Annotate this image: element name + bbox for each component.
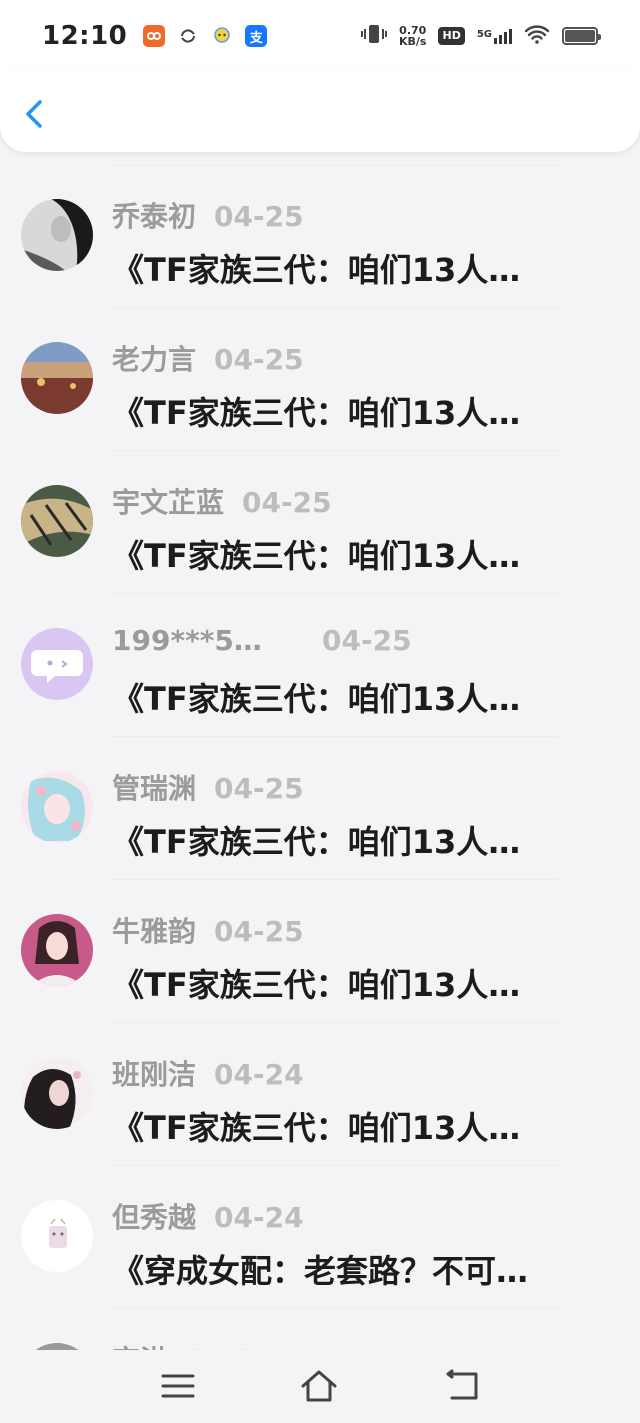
vibrate-icon [361,23,387,49]
chevron-left-icon [26,100,42,128]
avatar [21,914,93,986]
list-item[interactable]: 199***5… 04-25 《TF家族三代：咱们13人… [0,594,640,737]
avatar [21,1057,93,1129]
list-item[interactable]: 宇文芷蓝 04-25 《TF家族三代：咱们13人… [0,451,640,594]
avatar [21,1343,93,1350]
battery-icon [562,27,601,45]
back-nav-button[interactable] [442,1366,482,1406]
comment-author: 管瑞渊 [112,772,197,805]
comment-date: 04-25 [214,772,304,805]
comment-date: 04-24 [214,1058,304,1091]
comment-date: 04-25 [214,200,304,233]
comment-author: 班刚洁 [112,1058,197,1091]
comment-author: 但秀越 [112,1201,197,1234]
status-time: 12:10 [42,21,128,51]
home-icon [301,1370,337,1402]
home-button[interactable] [299,1366,339,1406]
menu-button[interactable] [158,1366,198,1406]
system-nav-bar [0,1350,640,1423]
comment-book-title: 《TF家族三代：咱们13人… [112,1109,521,1147]
comment-author: 宗洪 [112,1339,168,1350]
comment-date: 04-25 [214,343,304,376]
list-item[interactable]: 老力言 04-25 《TF家族三代：咱们13人… [0,308,640,451]
comment-book-title: 《TF家族三代：咱们13人… [112,966,521,1004]
avatar [21,771,93,843]
comment-date: 04-25 [214,915,304,948]
comment-book-title: 《TF家族三代：咱们13人… [112,394,521,432]
back-icon [446,1369,478,1400]
notification-icons: 支 [143,25,268,47]
list-item[interactable]: 管瑞渊 04-25 《TF家族三代：咱们13人… [0,737,640,880]
sync-icon [177,25,199,47]
comment-date: 04-24 [214,1201,304,1234]
avatar [21,485,93,557]
taobao-icon [143,25,166,47]
net-speed: 0.70 KB/s [399,24,427,48]
status-bar: 12:10 支 0.70 KB/s HD 5G [0,0,640,72]
list-item[interactable]: 乔泰初 04-25 《TF家族三代：咱们13人… [0,165,640,308]
list-item[interactable]: 宗洪 04-24 [0,1309,640,1350]
comment-book-title: 《TF家族三代：咱们13人… [112,680,521,718]
comment-date: 04-25 [322,624,412,657]
comment-author: 牛雅韵 [112,915,197,948]
top-app-bar [0,72,640,152]
comment-book-title: 《TF家族三代：咱们13人… [112,251,521,289]
comment-author: 199***5… [112,624,262,657]
comment-book-title: 《穿成女配：老套路？不可… [112,1252,529,1290]
list-item[interactable]: 但秀越 04-24 《穿成女配：老套路？不可… [0,1166,640,1309]
back-button[interactable] [20,94,50,134]
avatar [21,199,93,271]
comment-date: 04-25 [242,486,332,519]
comment-book-title: 《TF家族三代：咱们13人… [112,537,521,575]
avatar [21,1200,93,1272]
list-item[interactable]: 牛雅韵 04-25 《TF家族三代：咱们13人… [0,880,640,1023]
hd-badge: HD [438,27,465,45]
wifi-icon [524,24,550,48]
chat-icon [211,25,233,47]
comment-author: 宇文芷蓝 [112,486,225,519]
comment-author: 老力言 [112,343,197,376]
comment-book-title: 《TF家族三代：咱们13人… [112,823,521,861]
avatar [21,628,93,700]
list-item[interactable]: 班刚洁 04-24 《TF家族三代：咱们13人… [0,1023,640,1166]
menu-icon [161,1374,195,1398]
alipay-icon: 支 [245,25,268,47]
avatar [21,342,93,414]
comment-list[interactable]: 乔泰初 04-25 《TF家族三代：咱们13人… 老力言 04-25 《TF家族… [0,165,640,1350]
comment-author: 乔泰初 [112,200,197,233]
signal-icon: 5G [477,28,512,44]
